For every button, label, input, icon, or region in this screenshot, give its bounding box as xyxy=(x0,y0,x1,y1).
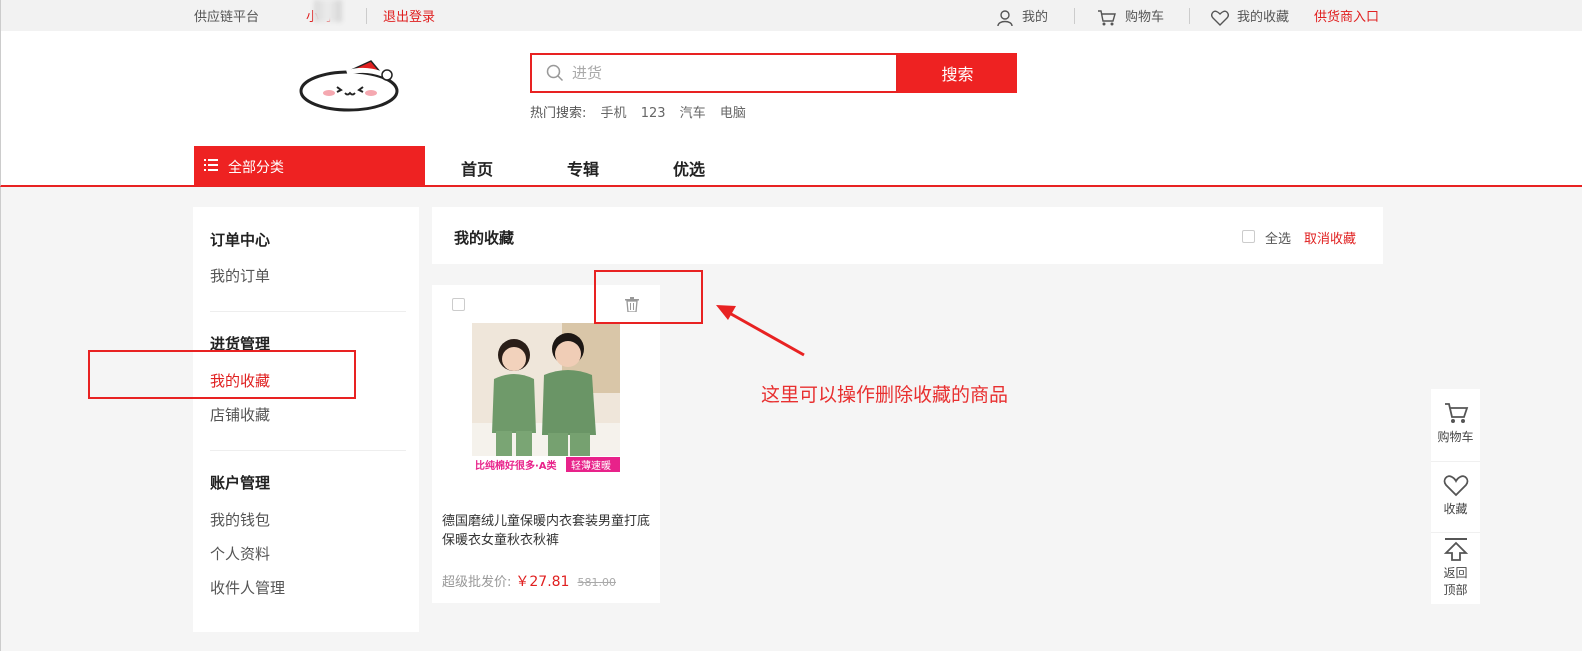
sidebar-item-profile[interactable]: 个人资料 xyxy=(210,543,270,564)
float-cart-label: 购物车 xyxy=(1437,430,1474,444)
top-bar: 供应链平台 小 子 退出登录 我的 购物车 我的收藏 供货商入口 xyxy=(0,0,1582,31)
hot-searches-label: 热门搜索: xyxy=(530,106,587,121)
image-banner-text: 比纯棉好很多·A类 xyxy=(475,459,557,472)
divider xyxy=(366,8,367,24)
my-account-link[interactable]: 我的 xyxy=(996,6,1048,27)
sidebar-item-my-orders[interactable]: 我的订单 xyxy=(210,265,270,286)
search-box xyxy=(530,53,898,93)
page-title: 我的收藏 xyxy=(454,229,515,247)
product-image[interactable]: 比纯棉好很多·A类 轻薄速暖 xyxy=(472,323,620,473)
price-label: 超级批发价: xyxy=(442,575,512,590)
float-favorite-button[interactable]: 收藏 xyxy=(1431,475,1480,517)
cart-label: 购物车 xyxy=(1125,10,1165,25)
hot-searches: 热门搜索: 手机 123 汽车 电脑 xyxy=(530,102,756,121)
annotation-highlight-box xyxy=(594,270,703,324)
sidebar-group-title: 账户管理 xyxy=(210,474,271,492)
all-categories-button[interactable]: 全部分类 xyxy=(194,146,425,186)
nav-home[interactable]: 首页 xyxy=(461,156,493,180)
back-to-top-button[interactable]: 返回 顶部 xyxy=(1431,537,1480,598)
product-photo: 比纯棉好很多·A类 轻薄速暖 xyxy=(472,323,620,473)
nav-featured[interactable]: 优选 xyxy=(673,156,705,180)
back-to-top-line1: 返回 xyxy=(1443,566,1468,580)
original-price: 581.00 xyxy=(577,576,616,589)
all-categories-label: 全部分类 xyxy=(228,160,284,176)
sidebar-item-wallet[interactable]: 我的钱包 xyxy=(210,509,270,530)
annotation-highlight-box xyxy=(88,350,356,399)
platform-name: 供应链平台 xyxy=(194,10,260,25)
cart-link[interactable]: 购物车 xyxy=(1097,6,1164,27)
product-name[interactable]: 德国磨绒儿童保暖内衣套装男童打底保暖衣女童秋衣秋裤 xyxy=(442,512,656,550)
hot-keyword[interactable]: 123 xyxy=(641,106,666,121)
select-all-label[interactable]: 全选 xyxy=(1265,228,1291,247)
heart-icon xyxy=(1443,475,1468,497)
divider xyxy=(210,311,406,312)
back-to-top-line2: 顶部 xyxy=(1443,583,1468,597)
supplier-entry-link[interactable]: 供货商入口 xyxy=(1314,6,1379,25)
sidebar-item-shop-favorites[interactable]: 店铺收藏 xyxy=(210,404,270,425)
cancel-favorite-button[interactable]: 取消收藏 xyxy=(1304,228,1356,247)
nav-album[interactable]: 专辑 xyxy=(567,156,599,180)
list-menu-icon xyxy=(204,159,218,171)
favorite-product-card[interactable]: 比纯棉好很多·A类 轻薄速暖 德国磨绒儿童保暖内衣套装男童打底保暖衣女童秋衣秋裤… xyxy=(432,285,660,603)
product-checkbox[interactable] xyxy=(452,298,465,311)
hot-keyword[interactable]: 手机 xyxy=(601,106,627,121)
annotation-text: 这里可以操作删除收藏的商品 xyxy=(761,384,1009,406)
hot-keyword[interactable]: 汽车 xyxy=(680,106,706,121)
product-price: ￥27.81 xyxy=(515,574,570,590)
username-blur-mask xyxy=(314,0,342,22)
header: 搜索 热门搜索: 手机 123 汽车 电脑 全部分类 首页 专辑 优选 xyxy=(0,31,1582,187)
sidebar-group-title: 订单中心 xyxy=(210,231,271,249)
heart-icon xyxy=(1211,10,1229,26)
divider xyxy=(210,450,406,451)
float-favorite-label: 收藏 xyxy=(1443,502,1468,516)
search-button[interactable]: 搜索 xyxy=(898,53,1017,93)
hot-keyword[interactable]: 电脑 xyxy=(720,106,746,121)
cart-icon xyxy=(1444,403,1468,423)
divider xyxy=(1074,8,1075,24)
account-sidebar: 订单中心 我的订单 进货管理 我的收藏 店铺收藏 账户管理 我的钱包 个人资料 … xyxy=(193,207,419,632)
favorites-header: 我的收藏 全选 取消收藏 xyxy=(432,207,1383,264)
divider xyxy=(1431,532,1480,533)
float-cart-button[interactable]: 购物车 xyxy=(1431,401,1480,445)
site-logo[interactable] xyxy=(299,57,409,113)
logout-link[interactable]: 退出登录 xyxy=(383,6,435,25)
search-input[interactable] xyxy=(572,61,872,85)
price-row: 超级批发价: ￥27.81 581.00 xyxy=(442,571,616,591)
my-account-label: 我的 xyxy=(1022,10,1049,25)
search-icon xyxy=(546,64,564,82)
sidebar-item-recipients[interactable]: 收件人管理 xyxy=(210,577,285,598)
select-all-checkbox[interactable] xyxy=(1242,230,1255,243)
my-favorites-label: 我的收藏 xyxy=(1237,10,1290,25)
image-tag-text: 轻薄速暖 xyxy=(571,459,611,472)
divider xyxy=(1189,8,1190,24)
cart-icon xyxy=(1098,9,1116,25)
my-favorites-link[interactable]: 我的收藏 xyxy=(1211,6,1289,26)
logo-mascot-icon xyxy=(299,60,399,112)
user-icon xyxy=(997,9,1013,26)
floating-toolbar: 购物车 收藏 返回 顶部 xyxy=(1431,389,1480,604)
divider xyxy=(1431,461,1480,462)
annotation-arrow-icon xyxy=(716,305,805,357)
arrow-up-icon xyxy=(1443,538,1468,561)
